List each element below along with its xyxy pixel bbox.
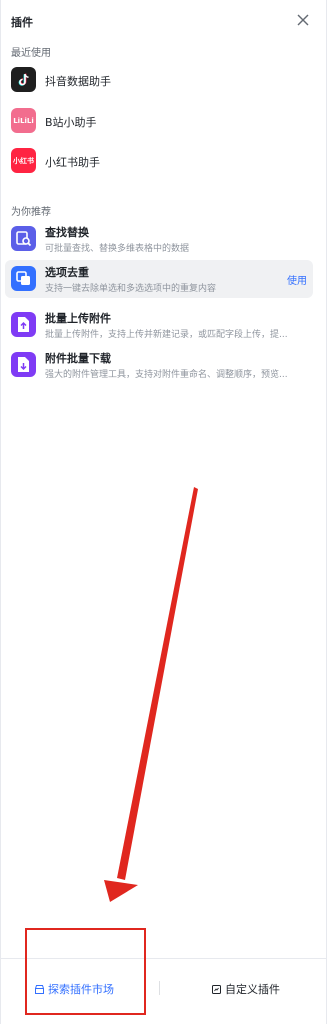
- recommend-item-desc: 强大的附件管理工具，支持对附件重命名、调整顺序，预览...: [45, 370, 288, 380]
- recommend-item-dedupe[interactable]: 选项去重 支持一键去除单选和多选选项中的重复内容 使用: [5, 260, 313, 298]
- use-button[interactable]: 使用: [287, 272, 307, 287]
- recent-item-label: B站小助手: [45, 116, 97, 129]
- recommend-item-name: 选项去重: [45, 266, 89, 279]
- recommend-item-name: 查找替换: [45, 226, 89, 239]
- recommend-item-find-replace[interactable]: 查找替换 可批量查找、替换多维表格中的数据: [5, 220, 313, 258]
- recent-section-title: 最近使用: [11, 48, 51, 59]
- custom-label: 自定义插件: [225, 983, 280, 996]
- bilibili-logo-text: LiLiLi: [13, 116, 34, 125]
- recent-item-bilibili[interactable]: LiLiLi B站小助手: [11, 108, 311, 136]
- recommend-section-title: 为你推荐: [11, 207, 51, 218]
- custom-plugin-button[interactable]: 自定义插件: [211, 981, 280, 997]
- find-replace-icon: [11, 226, 36, 251]
- custom-plugin-icon: [212, 984, 221, 994]
- recommend-item-batch-download[interactable]: 附件批量下载 强大的附件管理工具，支持对附件重命名、调整顺序，预览...: [5, 346, 313, 384]
- download-attachment-icon: [11, 352, 36, 377]
- recommend-item-desc: 批量上传附件，支持上传并新建记录，或匹配字段上传，提...: [45, 330, 288, 340]
- recommend-item-name: 附件批量下载: [45, 352, 111, 365]
- close-icon[interactable]: [296, 13, 310, 27]
- recommend-item-desc: 支持一键去除单选和多选选项中的重复内容: [45, 284, 217, 294]
- panel-header: 插件: [1, 0, 327, 38]
- recent-item-xiaohongshu[interactable]: 小红书 小红书助手: [11, 148, 311, 176]
- annotation-highlight-box: [25, 928, 146, 1015]
- xiaohongshu-logo-text: 小红书: [13, 156, 34, 165]
- recommend-item-name: 批量上传附件: [45, 312, 111, 325]
- upload-attachment-icon: [11, 312, 36, 337]
- recent-item-douyin[interactable]: 抖音数据助手: [11, 67, 311, 95]
- recent-item-label: 小红书助手: [45, 156, 100, 169]
- plugin-panel: 插件 最近使用 抖音数据助手 LiLiLi B站小助手 小红书 小红书助手 为你…: [0, 0, 327, 1024]
- recent-item-label: 抖音数据助手: [45, 75, 111, 88]
- dedupe-icon: [11, 266, 36, 291]
- recommend-item-desc: 可批量查找、替换多维表格中的数据: [45, 244, 190, 254]
- recommend-item-batch-upload[interactable]: 批量上传附件 批量上传附件，支持上传并新建记录，或匹配字段上传，提...: [5, 306, 313, 344]
- panel-title: 插件: [11, 16, 33, 29]
- douyin-icon: [11, 67, 36, 92]
- xiaohongshu-icon: 小红书: [11, 148, 36, 173]
- footer-divider: [159, 981, 160, 995]
- bilibili-icon: LiLiLi: [11, 108, 36, 133]
